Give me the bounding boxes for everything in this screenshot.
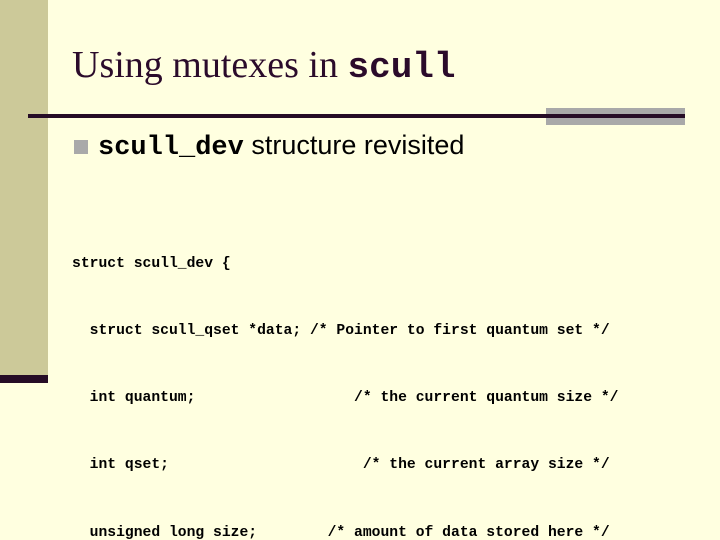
bullet-heading-text: scull_dev structure revisited <box>98 128 464 165</box>
left-decorative-band <box>0 0 48 375</box>
code-line: unsigned long size; /* amount of data st… <box>72 524 610 540</box>
title-rule-line <box>28 114 685 118</box>
slide-title-code-term: scull <box>347 47 456 88</box>
slide-canvas: Using mutexes in scull scull_dev structu… <box>0 0 720 540</box>
code-line: struct scull_dev { <box>72 255 231 272</box>
code-line: int quantum; /* the current quantum size… <box>72 390 619 407</box>
code-line: struct scull_qset *data; /* Pointer to f… <box>72 323 610 340</box>
slide-title: Using mutexes in scull <box>72 42 692 91</box>
square-bullet-icon <box>74 139 88 154</box>
slide-title-prefix: Using mutexes in <box>72 44 348 86</box>
code-line: int qset; /* the current array size */ <box>72 457 610 474</box>
bullet-heading-code-term: scull_dev <box>98 133 244 163</box>
code-listing: struct scull_dev { struct scull_qset *da… <box>72 208 702 540</box>
bullet-heading: scull_dev structure revisited <box>74 128 464 165</box>
left-band-foot-accent <box>0 375 48 383</box>
bullet-heading-rest: structure revisited <box>243 130 465 160</box>
